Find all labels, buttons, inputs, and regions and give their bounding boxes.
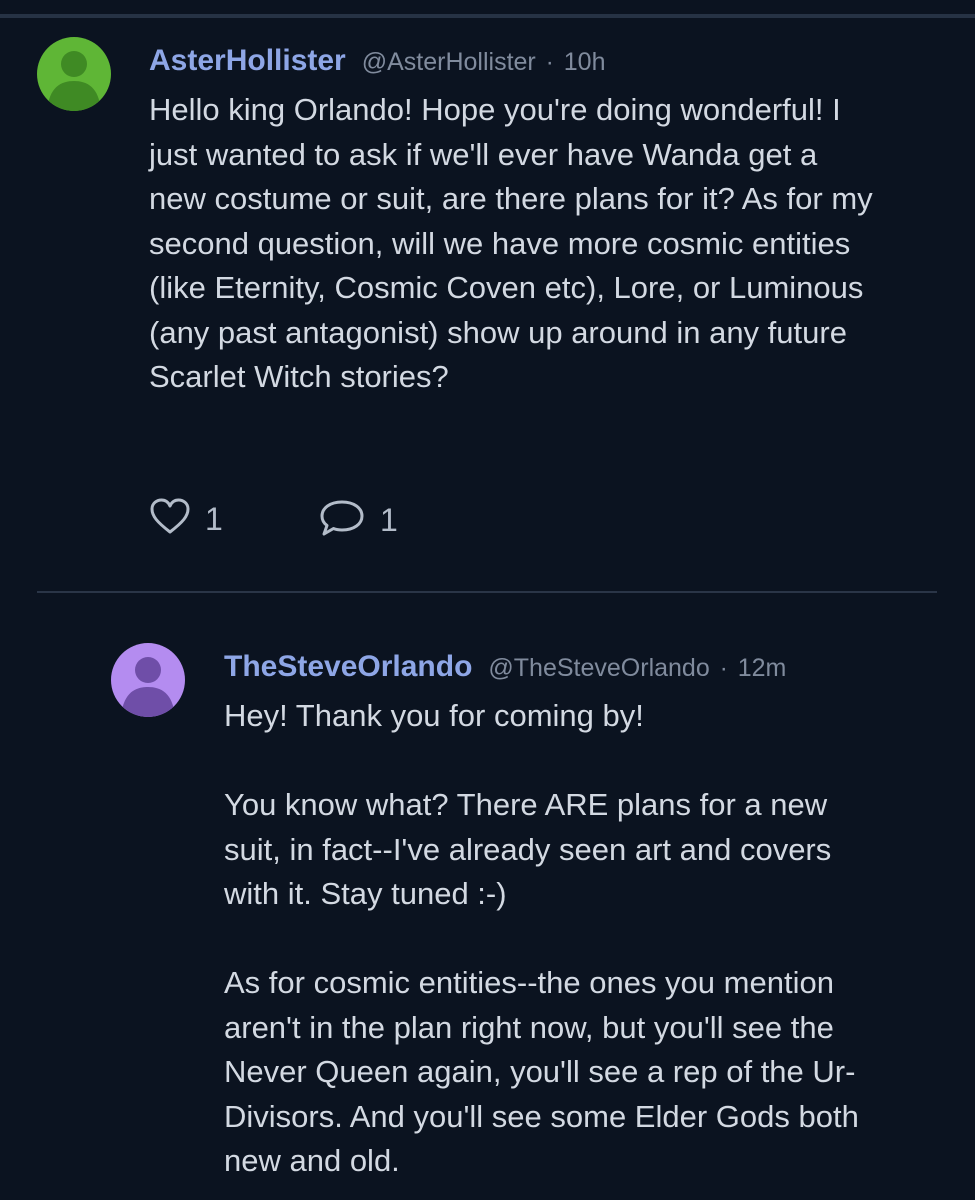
post-header: AsterHollister @AsterHollister · 10h — [149, 44, 605, 78]
post-divider — [37, 591, 937, 593]
reply-button[interactable]: 1 — [318, 497, 398, 544]
reply-text: Hey! Thank you for coming by! You know w… — [224, 694, 874, 1184]
avatar[interactable] — [111, 643, 185, 717]
avatar[interactable] — [37, 37, 111, 111]
speech-bubble-icon — [318, 497, 366, 544]
reply-header: TheSteveOrlando @TheSteveOrlando · 12m — [224, 650, 786, 684]
author-display-name[interactable]: TheSteveOrlando — [224, 650, 472, 684]
post-text: Hello king Orlando! Hope you're doing wo… — [149, 92, 873, 394]
reply-paragraph: Hey! Thank you for coming by! — [224, 698, 644, 733]
heart-outline-icon — [149, 497, 191, 542]
author-handle[interactable]: @AsterHollister — [362, 48, 536, 77]
post-time[interactable]: 10h — [564, 48, 606, 77]
reply-count: 1 — [380, 502, 398, 538]
separator-dot: · — [545, 49, 554, 76]
like-count: 1 — [205, 501, 223, 537]
reply-paragraph: As for cosmic entities--the ones you men… — [224, 965, 859, 1178]
author-display-name[interactable]: AsterHollister — [149, 44, 346, 78]
separator-dot: · — [719, 655, 728, 682]
like-button[interactable]: 1 — [149, 497, 223, 542]
reply-paragraph: You know what? There ARE plans for a new… — [224, 787, 832, 911]
author-handle[interactable]: @TheSteveOrlando — [488, 654, 709, 683]
reply-time[interactable]: 12m — [738, 654, 787, 683]
top-divider — [0, 14, 975, 18]
